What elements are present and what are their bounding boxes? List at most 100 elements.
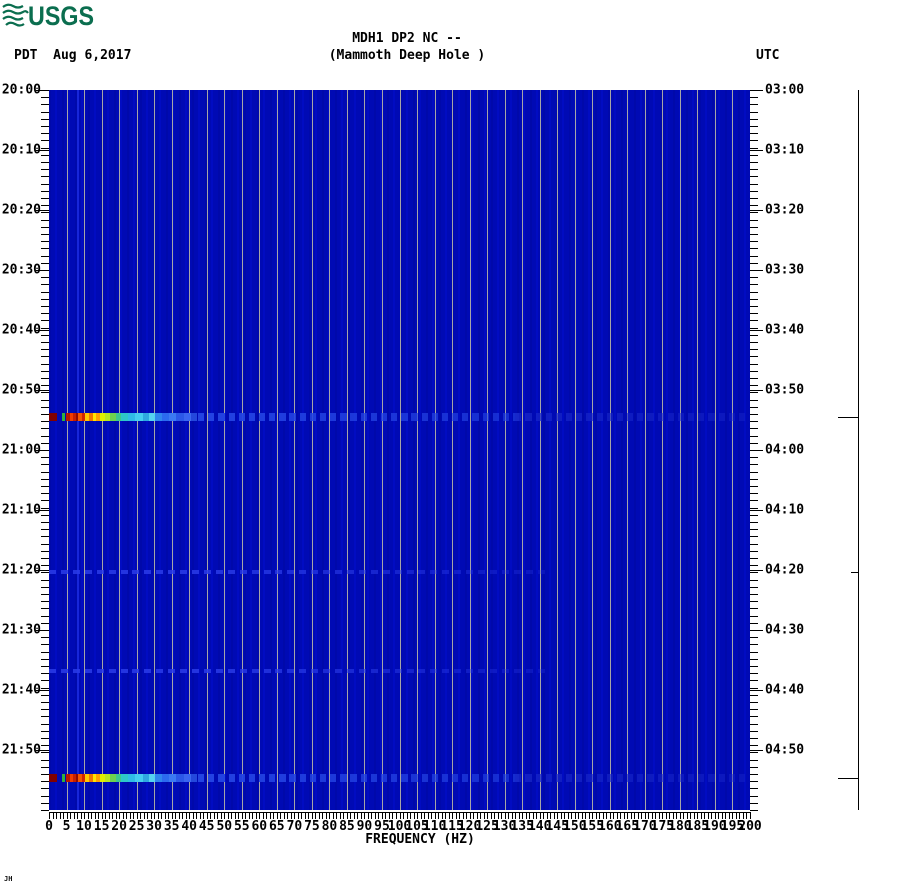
event-band-segment: [300, 774, 306, 782]
event-band-segment: [249, 413, 255, 421]
right-axis-minor-tick: [750, 565, 758, 566]
frequency-minor-tick: [592, 812, 593, 819]
frequency-minor-tick: [140, 812, 141, 819]
event-band-segment: [576, 413, 582, 421]
frequency-minor-tick: [421, 812, 422, 819]
frequency-minor-tick: [144, 812, 145, 819]
event-band-segment: [597, 774, 603, 782]
event-band-segment: [347, 669, 354, 673]
frequency-minor-tick: [147, 812, 148, 819]
frequency-minor-tick: [666, 812, 667, 819]
left-axis-minor-tick: [41, 788, 49, 789]
event-band-segment: [371, 413, 377, 421]
frequency-minor-tick: [224, 812, 225, 819]
event-band-segment: [310, 774, 316, 782]
frequency-minor-tick: [617, 812, 618, 819]
left-axis-minor-tick: [41, 277, 49, 278]
event-band-segment: [430, 570, 437, 574]
frequency-minor-tick: [189, 812, 190, 819]
frequency-minor-tick: [410, 812, 411, 819]
right-axis-minor-tick: [750, 400, 758, 401]
left-axis-minor-tick: [41, 241, 49, 242]
left-axis-minor-tick: [41, 364, 49, 365]
left-axis-minor-tick: [41, 486, 49, 487]
frequency-minor-tick: [221, 812, 222, 819]
event-band-segment: [269, 413, 275, 421]
event-band-segment: [442, 570, 449, 574]
right-axis-minor-tick: [750, 522, 758, 523]
event-band-segment: [536, 774, 542, 782]
right-axis-time-label: 03:30: [765, 264, 804, 277]
frequency-minor-tick: [392, 812, 393, 819]
frequency-minor-tick: [673, 812, 674, 819]
frequency-minor-tick: [70, 812, 71, 819]
frequency-minor-tick: [554, 812, 555, 819]
event-band-segment: [121, 669, 128, 673]
left-axis-minor-tick: [41, 407, 49, 408]
event-band-segment: [180, 570, 187, 574]
event-band-segment: [739, 413, 745, 421]
event-band-segment: [515, 774, 521, 782]
event-band-segment: [466, 669, 473, 673]
event-band-segment: [218, 774, 224, 782]
event-band-segment: [176, 774, 184, 782]
event-band-segment: [191, 774, 197, 782]
event-band-segment: [411, 413, 417, 421]
left-axis-minor-tick: [41, 680, 49, 681]
left-axis-minor-tick: [41, 169, 49, 170]
frequency-minor-tick: [470, 812, 471, 819]
frequency-minor-tick: [407, 812, 408, 819]
event-band-segment: [647, 774, 653, 782]
right-axis-minor-tick: [750, 536, 758, 537]
event-band-segment: [350, 774, 356, 782]
frequency-minor-tick: [456, 812, 457, 819]
frequency-gridline: [137, 90, 138, 810]
frequency-minor-tick: [477, 812, 478, 819]
frequency-minor-tick: [298, 812, 299, 819]
event-band-segment: [442, 413, 448, 421]
event-band-segment: [144, 570, 151, 574]
left-axis-minor-tick: [41, 292, 49, 293]
event-band-segment: [525, 413, 531, 421]
frequency-minor-tick: [536, 812, 537, 819]
frequency-minor-tick: [484, 812, 485, 819]
left-axis-minor-tick: [41, 652, 49, 653]
frequency-minor-tick: [126, 812, 127, 819]
event-band-segment: [729, 774, 735, 782]
event-band-segment: [299, 669, 306, 673]
frequency-gridline: [540, 90, 541, 810]
left-axis-minor-tick: [41, 155, 49, 156]
left-axis-minor-tick: [41, 479, 49, 480]
frequency-gridline: [224, 90, 225, 810]
event-band-segment: [381, 413, 387, 421]
event-band-segment: [462, 774, 468, 782]
event-band-segment: [708, 413, 714, 421]
left-axis-minor-tick: [41, 752, 49, 753]
frequency-minor-tick: [687, 812, 688, 819]
event-band-segment: [739, 774, 745, 782]
right-axis-minor-tick: [750, 392, 758, 393]
frequency-minor-tick: [624, 812, 625, 819]
left-axis-minor-tick: [41, 320, 49, 321]
event-band-segment: [128, 413, 135, 421]
right-axis-minor-tick: [750, 256, 758, 257]
left-axis-minor-tick: [41, 623, 49, 624]
event-band-segment: [287, 669, 294, 673]
event-band-segment: [688, 413, 694, 421]
frequency-gridline: [627, 90, 628, 810]
event-band-segment: [418, 570, 425, 574]
frequency-tick-label: 10: [76, 820, 92, 833]
frequency-minor-tick: [550, 812, 551, 819]
event-band-segment: [216, 669, 223, 673]
frequency-gridline: [119, 90, 120, 810]
spectrogram-plot[interactable]: [49, 90, 750, 810]
frequency-minor-tick: [172, 812, 173, 819]
frequency-gridline: [575, 90, 576, 810]
event-band-segment: [586, 774, 592, 782]
frequency-minor-tick: [715, 812, 716, 819]
frequency-minor-tick: [606, 812, 607, 819]
event-band-segment: [176, 413, 184, 421]
frequency-gridline: [242, 90, 243, 810]
event-band-segment: [259, 413, 265, 421]
frequency-minor-tick: [179, 812, 180, 819]
